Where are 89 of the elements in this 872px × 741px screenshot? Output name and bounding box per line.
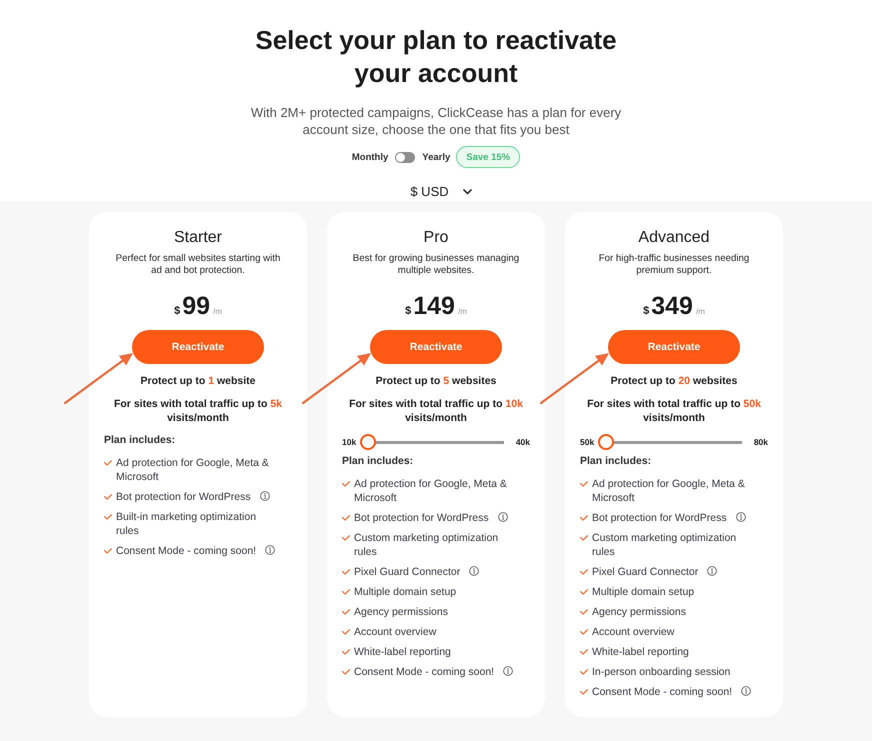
check-icon	[342, 535, 350, 541]
check-icon	[342, 569, 350, 575]
plan-description: Perfect for small websites starting with ad and bot protection.	[114, 253, 282, 277]
website-limit: Protect up to 5 websites	[376, 374, 496, 388]
billing-toggle[interactable]	[395, 152, 416, 162]
check-icon	[580, 669, 588, 675]
check-icon	[342, 629, 350, 635]
plan-name: Starter	[174, 228, 222, 248]
plan-description: Best for growing businesses managing multiple websites.	[352, 253, 520, 277]
plan-name: Pro	[424, 228, 448, 248]
check-icon	[342, 609, 350, 615]
plan-price: $99/m	[174, 291, 222, 321]
feature-text: In-person onboarding session	[592, 665, 730, 679]
info-icon[interactable]	[260, 491, 270, 501]
check-icon	[580, 515, 588, 521]
includes-heading: Plan includes:	[580, 454, 652, 468]
feature-text: White-label reporting	[592, 645, 689, 659]
info-icon[interactable]	[265, 545, 276, 555]
feature-text: Pixel Guard Connector	[354, 565, 460, 579]
page-title: Select your plan to reactivate your account	[254, 24, 618, 90]
plan-name: Advanced	[638, 228, 710, 248]
reactivate-button[interactable]: Reactivate	[608, 330, 740, 364]
feature-text: White-label reporting	[354, 645, 451, 659]
feature-text: Account overview	[592, 625, 674, 639]
check-icon	[580, 481, 588, 487]
check-icon	[580, 609, 588, 615]
feature-text: Agency permissions	[592, 605, 686, 619]
includes-heading: Plan includes:	[104, 433, 176, 447]
feature-text: Multiple domain setup	[354, 585, 456, 599]
check-icon	[580, 649, 588, 655]
feature-text: Custom marketing optimization rules	[354, 531, 500, 559]
website-limit: Protect up to 20 websites	[610, 374, 738, 388]
check-icon	[580, 689, 588, 695]
website-limit: Protect up to 1 website	[140, 374, 256, 388]
check-icon	[104, 548, 112, 554]
monthly-label: Monthly	[352, 152, 388, 162]
feature-text: Ad protection for Google, Meta & Microsoft	[354, 477, 508, 505]
feature-text: Account overview	[354, 625, 436, 639]
check-icon	[580, 589, 588, 595]
feature-text: Pixel Guard Connector	[592, 565, 698, 579]
includes-heading: Plan includes:	[342, 454, 414, 468]
info-icon[interactable]	[736, 512, 746, 522]
feature-text: Consent Mode - coming soon!	[354, 665, 494, 679]
feature-text: Bot protection for WordPress	[592, 511, 727, 525]
check-icon	[342, 669, 350, 675]
slider-min-label: 10k	[342, 436, 356, 449]
traffic-limit: For sites with total traffic up to 50k visits/month	[586, 397, 762, 425]
check-icon	[342, 649, 350, 655]
yearly-label: Yearly	[422, 152, 450, 162]
page-subtitle: With 2M+ protected campaigns, ClickCease has a plan for every account size, choose the one that fits you best	[250, 104, 622, 138]
traffic-limit: For sites with total traffic up to 10k visits/month	[348, 397, 524, 425]
check-icon	[580, 569, 588, 575]
info-icon[interactable]	[707, 566, 718, 576]
slider-max-label: 40k	[516, 436, 530, 449]
feature-text: Ad protection for Google, Meta & Microsoft	[116, 456, 270, 484]
chevron-down-icon	[462, 189, 472, 195]
plan-price: $149/m	[405, 291, 467, 321]
check-icon	[104, 494, 112, 500]
reactivate-button[interactable]: Reactivate	[132, 330, 264, 364]
feature-text: Bot protection for WordPress	[116, 490, 251, 504]
info-icon[interactable]	[498, 512, 508, 522]
plan-price: $349/m	[643, 291, 705, 321]
feature-text: Consent Mode - coming soon!	[592, 685, 732, 699]
plan-description: For high-traffic businesses needing premium support.	[598, 253, 750, 277]
feature-text: Consent Mode - coming soon!	[116, 544, 256, 558]
currency-dropdown[interactable]: $ USD	[400, 183, 472, 201]
info-icon[interactable]	[469, 566, 480, 576]
info-icon[interactable]	[741, 686, 752, 696]
feature-text: Ad protection for Google, Meta & Microsoft	[592, 477, 746, 505]
check-icon	[580, 535, 588, 541]
check-icon	[342, 515, 350, 521]
feature-text: Bot protection for WordPress	[354, 511, 489, 525]
slider-thumb[interactable]	[360, 434, 376, 450]
info-icon[interactable]	[503, 666, 514, 676]
check-icon	[104, 514, 112, 520]
save-badge: Save 15%	[456, 146, 520, 168]
feature-text: Agency permissions	[354, 605, 448, 619]
slider-max-label: 80k	[754, 436, 768, 449]
check-icon	[342, 481, 350, 487]
check-icon	[342, 589, 350, 595]
feature-text: Custom marketing optimization rules	[592, 531, 738, 559]
slider-thumb[interactable]	[598, 434, 614, 450]
check-icon	[580, 629, 588, 635]
traffic-limit: For sites with total traffic up to 5k visits/month	[112, 397, 284, 425]
reactivate-button[interactable]: Reactivate	[370, 330, 502, 364]
feature-text: Built-in marketing optimization rules	[116, 510, 258, 538]
check-icon	[104, 460, 112, 466]
slider-min-label: 50k	[580, 436, 594, 449]
feature-text: Multiple domain setup	[592, 585, 694, 599]
